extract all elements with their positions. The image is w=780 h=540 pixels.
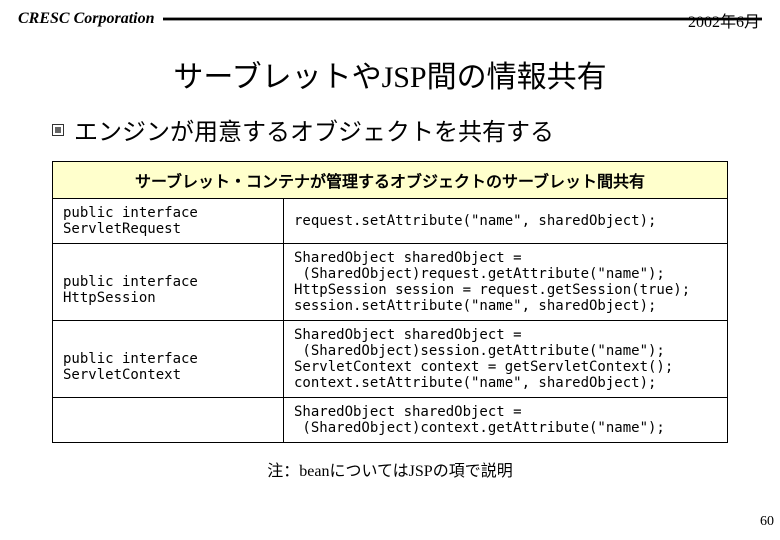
table-row: public interface ServletRequest request.…: [53, 199, 727, 244]
table-row: public interface HttpSession SharedObjec…: [53, 244, 727, 321]
date-label: 2002年6月: [688, 8, 760, 32]
page-title: サーブレットやJSP間の情報共有: [0, 52, 780, 96]
cell-left: [53, 398, 284, 443]
table-row: SharedObject sharedObject = (SharedObjec…: [53, 398, 727, 443]
note-bean: bean: [299, 463, 329, 480]
info-box: サーブレット・コンテナが管理するオブジェクトのサーブレット間共有 public …: [52, 161, 728, 443]
cell-right: SharedObject sharedObject = (SharedObjec…: [284, 321, 728, 398]
subtitle-text: エンジンが用意するオブジェクトを共有する: [74, 112, 554, 147]
page-number: 60: [760, 514, 774, 530]
bullet-icon: [52, 124, 64, 136]
table-row: public interface ServletContext SharedOb…: [53, 321, 727, 398]
cell-left: public interface ServletRequest: [53, 199, 284, 244]
header-rule: [163, 17, 763, 21]
box-header: サーブレット・コンテナが管理するオブジェクトのサーブレット間共有: [53, 162, 727, 199]
subtitle-row: エンジンが用意するオブジェクトを共有する: [52, 112, 780, 147]
cell-left: public interface ServletContext: [53, 321, 284, 398]
cell-right: SharedObject sharedObject = (SharedObjec…: [284, 244, 728, 321]
footnote: 注：beanについてはJSPの項で説明: [0, 457, 780, 481]
corp-name: CRESC Corporation: [18, 10, 155, 28]
cell-left: public interface HttpSession: [53, 244, 284, 321]
note-suffix: についてはJSPの項で説明: [329, 463, 512, 480]
note-prefix: 注：: [267, 463, 299, 480]
share-table: public interface ServletRequest request.…: [53, 199, 727, 442]
cell-right: SharedObject sharedObject = (SharedObjec…: [284, 398, 728, 443]
cell-right: request.setAttribute("name", sharedObjec…: [284, 199, 728, 244]
